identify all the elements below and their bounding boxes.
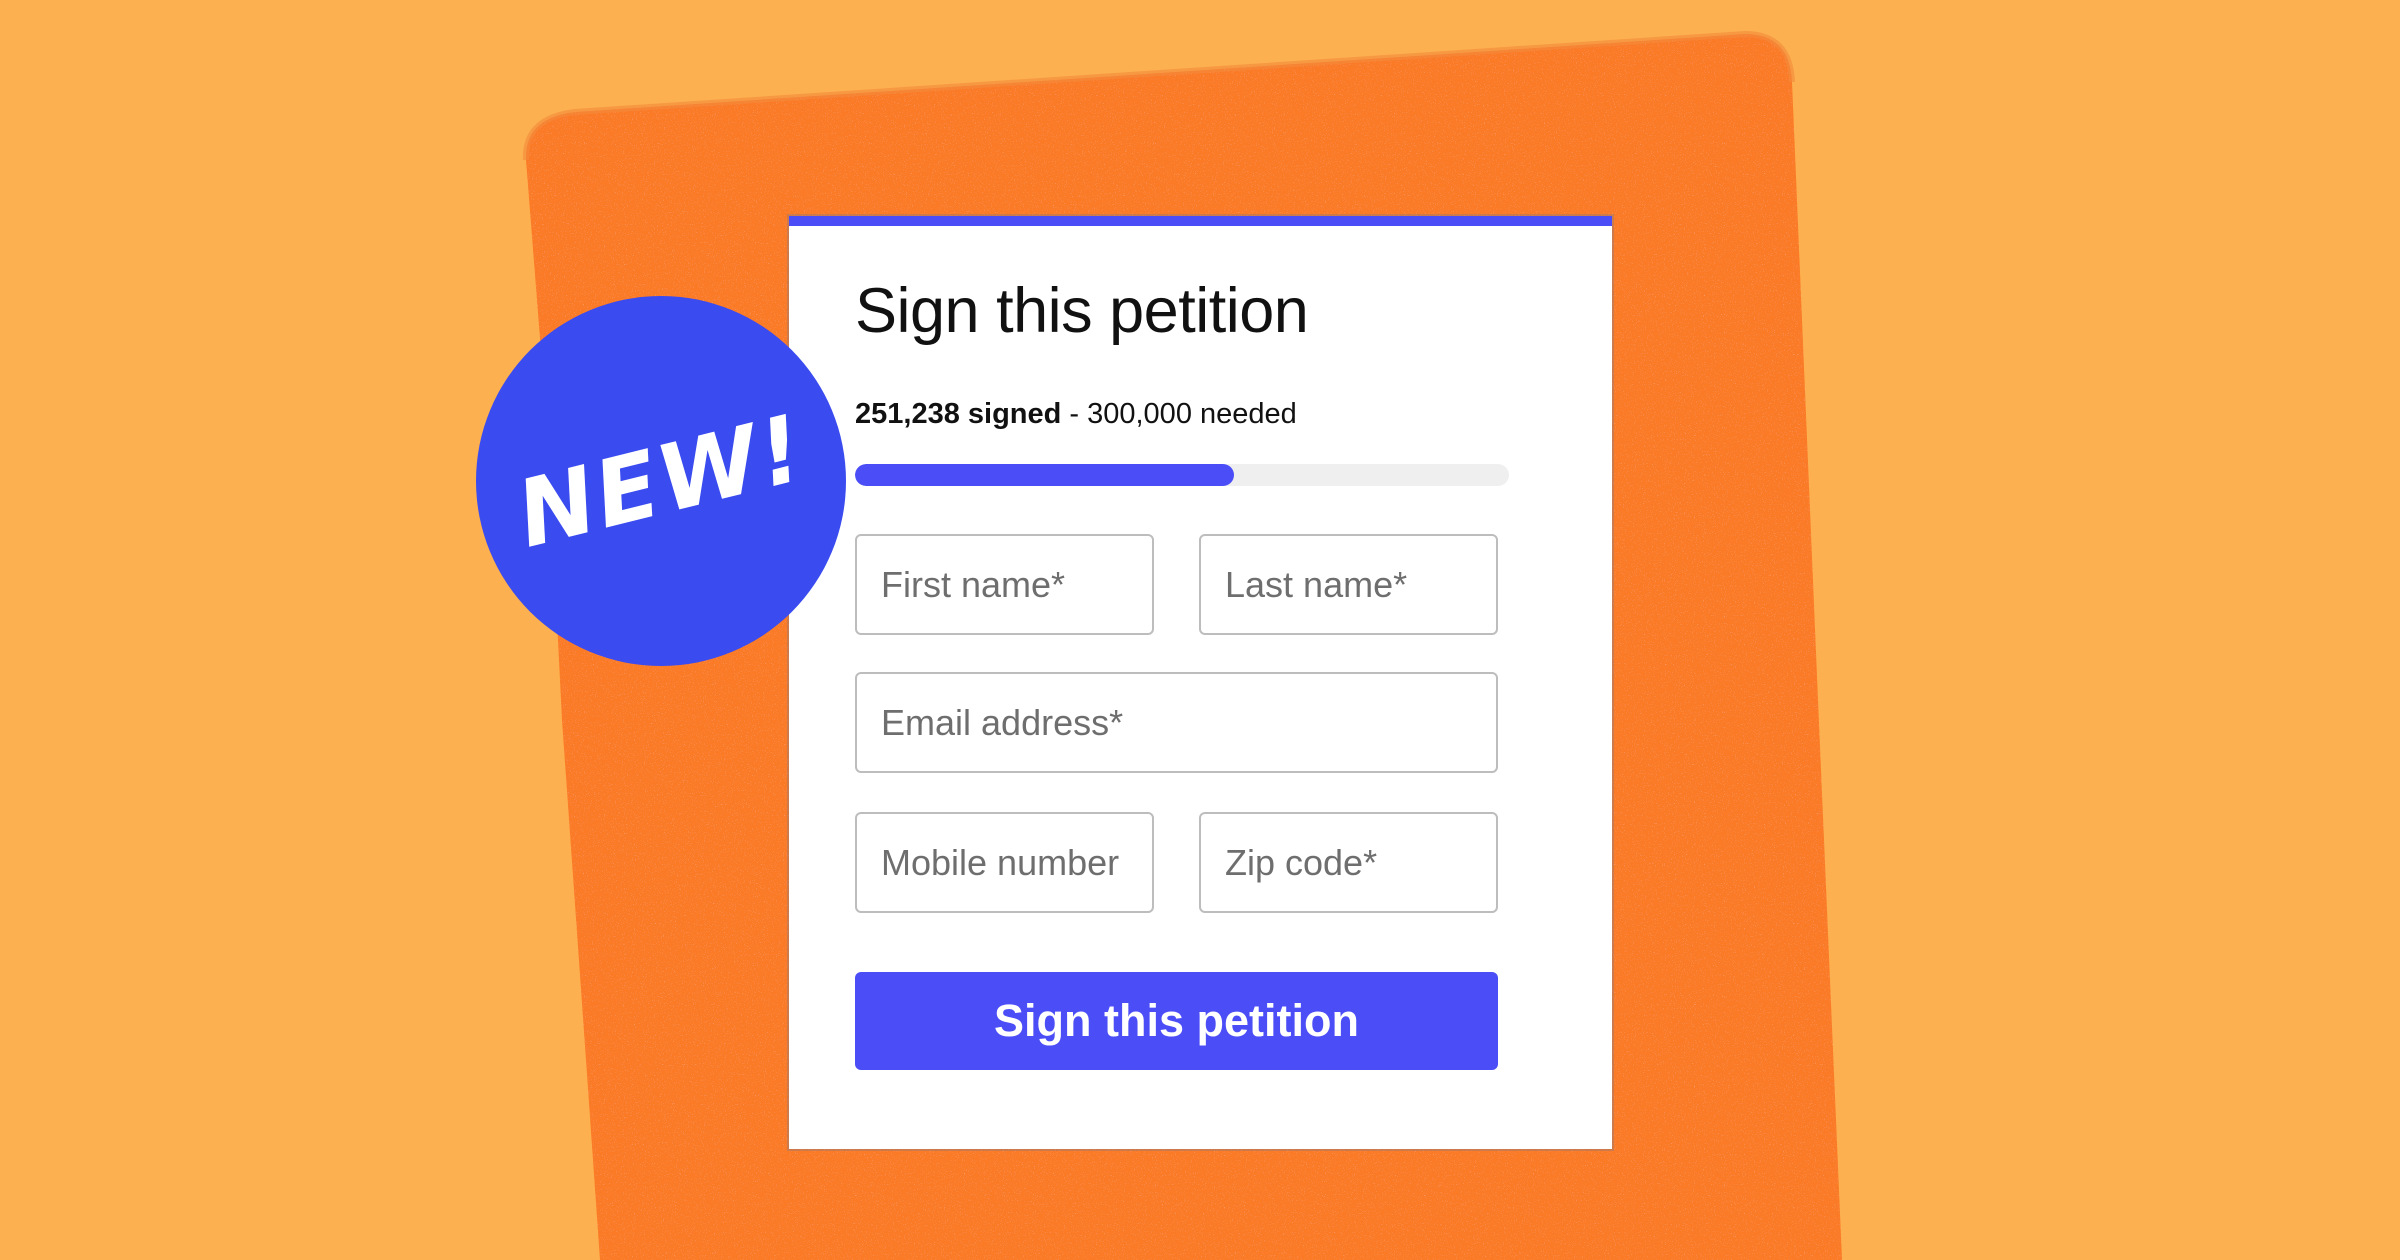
mobile-number-field[interactable] (855, 812, 1154, 913)
petition-card: Sign this petition 251,238 signed - 300,… (789, 216, 1612, 1149)
last-name-field[interactable] (1199, 534, 1498, 635)
signed-count: 251,238 signed (855, 398, 1062, 430)
first-name-field[interactable] (855, 534, 1154, 635)
zip-code-field[interactable] (1199, 812, 1498, 913)
new-badge: NEW! (476, 296, 846, 666)
email-field[interactable] (855, 672, 1498, 773)
signature-progress-text: 251,238 signed - 300,000 needed (855, 400, 1297, 429)
signature-progress-bar (855, 464, 1509, 486)
needed-count: - 300,000 needed (1061, 398, 1297, 430)
sign-petition-button[interactable]: Sign this petition (855, 972, 1498, 1070)
signature-progress-fill (855, 464, 1235, 486)
petition-title: Sign this petition (855, 276, 1309, 346)
